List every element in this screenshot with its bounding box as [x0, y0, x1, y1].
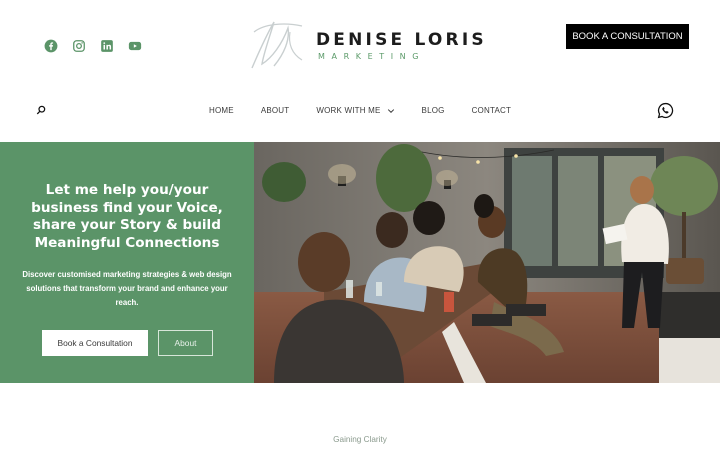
logo-monogram-icon	[251, 21, 303, 69]
search-icon[interactable]	[36, 105, 46, 115]
nav-item-about[interactable]: ABOUT	[261, 106, 290, 115]
youtube-icon[interactable]	[128, 39, 142, 53]
instagram-icon[interactable]	[72, 39, 86, 53]
facebook-icon[interactable]	[44, 39, 58, 53]
logo-name: DENISE LORIS	[316, 30, 487, 50]
page: DENISE LORIS MARKETING BOOK A CONSULTATI…	[0, 0, 720, 450]
whatsapp-icon[interactable]	[657, 102, 674, 119]
linkedin-icon[interactable]	[100, 39, 114, 53]
site-logo[interactable]: DENISE LORIS MARKETING	[244, 14, 484, 78]
nav-item-home[interactable]: HOME	[209, 106, 234, 115]
navigation-bar	[0, 88, 720, 142]
about-button[interactable]: About	[158, 330, 213, 356]
logo-tagline: MARKETING	[318, 52, 426, 61]
nav-item-work-with-me-label: WORK WITH ME	[316, 106, 381, 115]
top-header: DENISE LORIS MARKETING BOOK A CONSULTATI…	[0, 0, 720, 88]
hero-image	[254, 142, 720, 383]
social-links	[44, 39, 142, 53]
nav-item-blog[interactable]: BLOG	[422, 106, 445, 115]
book-consultation-button[interactable]: Book a Consultation	[42, 330, 148, 356]
nav-item-contact[interactable]: CONTACT	[472, 106, 511, 115]
book-consultation-header-button[interactable]: BOOK A CONSULTATION	[566, 24, 689, 49]
nav-item-work-with-me[interactable]: WORK WITH ME	[316, 106, 394, 115]
section-heading: Gaining Clarity	[333, 435, 387, 444]
hero-title: Let me help you/your business find your …	[31, 182, 223, 251]
chevron-down-icon	[387, 108, 394, 113]
main-nav: HOME ABOUT WORK WITH ME BLOG CONTACT	[209, 106, 511, 115]
hero-subtitle: Discover customised marketing strategies…	[22, 270, 232, 307]
